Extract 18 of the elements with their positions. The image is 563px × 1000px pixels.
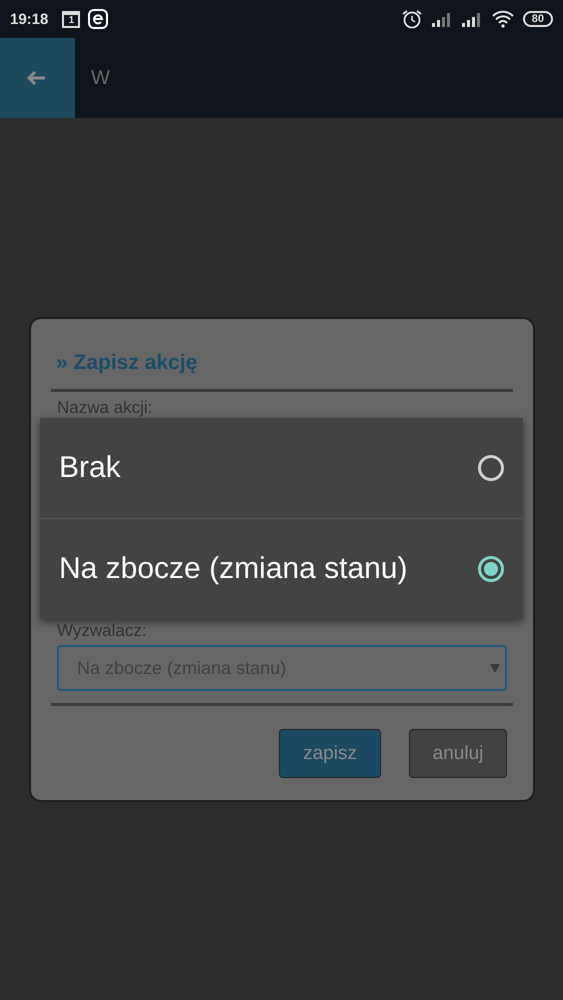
save-button[interactable]: zapisz	[279, 729, 381, 778]
dialog-title: » Zapisz akcję	[55, 350, 198, 376]
alarm-icon	[400, 9, 423, 29]
wifi-icon	[490, 10, 515, 28]
signal-icon	[430, 11, 453, 27]
back-arrow-icon	[26, 70, 46, 86]
signal-icon	[460, 11, 483, 27]
browser-icon	[88, 9, 108, 29]
clock: 19:18	[10, 10, 48, 28]
cancel-button[interactable]: anuluj	[409, 729, 507, 778]
caret-icon	[490, 664, 500, 672]
radio-button[interactable]	[478, 556, 504, 582]
page-title: W	[91, 66, 110, 90]
battery-icon: 80	[522, 11, 553, 27]
option-item[interactable]: Brak	[40, 418, 523, 518]
calendar-icon: 1	[62, 10, 80, 28]
option-item[interactable]: Na zbocze (zmiana stanu)	[40, 519, 523, 619]
radio-button[interactable]	[478, 455, 504, 481]
